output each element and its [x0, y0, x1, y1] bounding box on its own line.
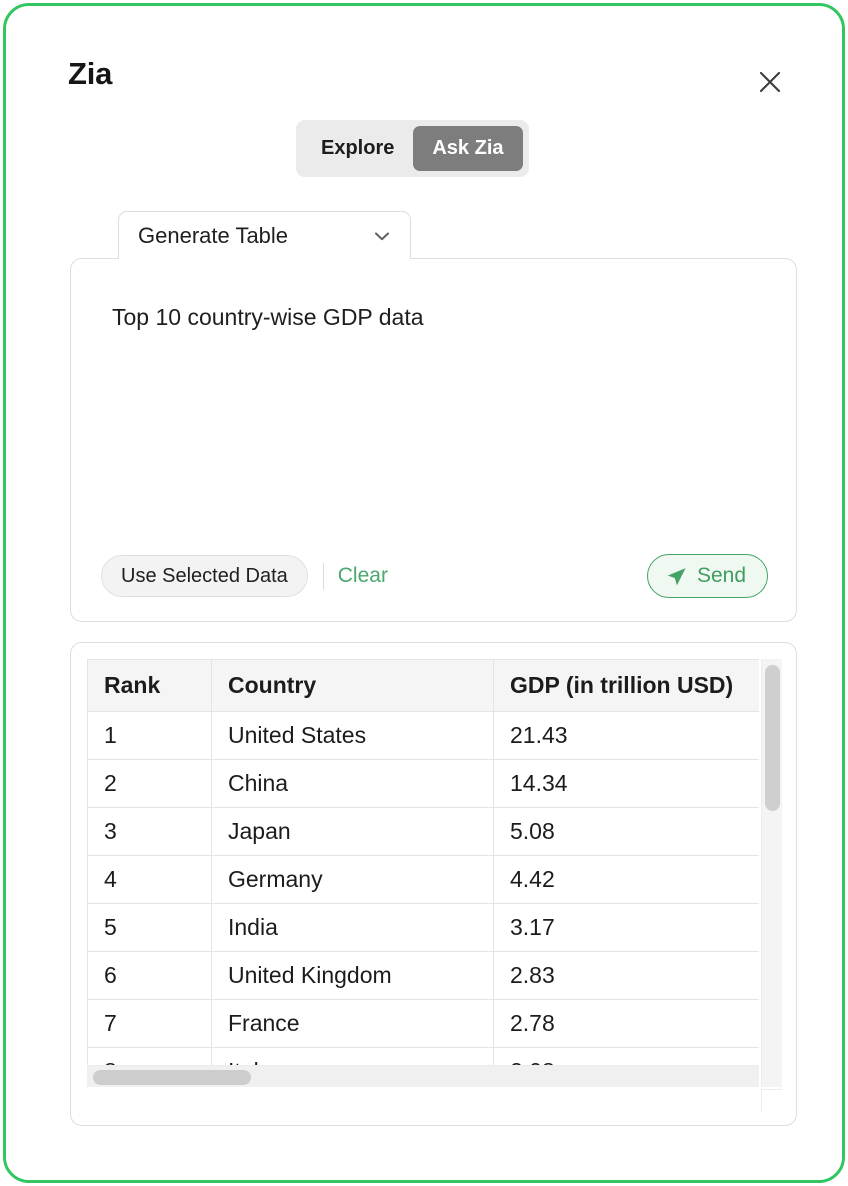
composer-action-bar: Use Selected Data Clear Send	[71, 554, 796, 598]
table-row: 3 Japan 5.08	[88, 808, 760, 856]
send-button[interactable]: Send	[647, 554, 768, 598]
clear-button[interactable]: Clear	[338, 564, 388, 588]
action-divider	[323, 563, 324, 590]
cell-gdp: 4.42	[494, 856, 760, 904]
cell-country: Japan	[212, 808, 494, 856]
cell-gdp: 21.43	[494, 712, 760, 760]
vertical-scrollbar[interactable]	[761, 659, 782, 1087]
cell-rank: 5	[88, 904, 212, 952]
horizontal-scrollbar-thumb[interactable]	[93, 1070, 251, 1085]
mode-toggle: Explore Ask Zia	[296, 120, 529, 177]
use-selected-data-button[interactable]: Use Selected Data	[101, 555, 308, 597]
table-row: 7 France 2.78	[88, 1000, 760, 1048]
column-header-country: Country	[212, 660, 494, 712]
scrollbar-corner	[761, 1089, 782, 1111]
table-scroll-area: Rank Country GDP (in trillion USD) 1 Uni…	[87, 659, 759, 1087]
generate-type-label: Generate Table	[138, 223, 370, 249]
cell-rank: 3	[88, 808, 212, 856]
gdp-table: Rank Country GDP (in trillion USD) 1 Uni…	[87, 659, 759, 1087]
dialog-header: Zia	[6, 6, 842, 110]
cell-gdp: 2.78	[494, 1000, 760, 1048]
column-header-rank: Rank	[88, 660, 212, 712]
generate-type-dropdown[interactable]: Generate Table	[118, 211, 411, 259]
zia-window-body: Zia Explore Ask Zia Top 10 country-wise …	[6, 6, 842, 1180]
table-header-row: Rank Country GDP (in trillion USD)	[88, 660, 760, 712]
zia-window: Zia Explore Ask Zia Top 10 country-wise …	[3, 3, 845, 1183]
cell-country: France	[212, 1000, 494, 1048]
close-button[interactable]	[754, 66, 786, 98]
tab-notch	[119, 257, 410, 260]
cell-country: United States	[212, 712, 494, 760]
send-plane-icon	[665, 565, 688, 588]
close-icon	[757, 69, 783, 95]
cell-rank: 6	[88, 952, 212, 1000]
cell-country: Germany	[212, 856, 494, 904]
table-body: 1 United States 21.43 2 China 14.34 3	[88, 712, 760, 1088]
result-card: Rank Country GDP (in trillion USD) 1 Uni…	[70, 642, 797, 1126]
horizontal-scrollbar[interactable]	[87, 1065, 759, 1087]
cell-rank: 1	[88, 712, 212, 760]
table-row: 1 United States 21.43	[88, 712, 760, 760]
table-viewport: Rank Country GDP (in trillion USD) 1 Uni…	[87, 659, 782, 1111]
table-row: 6 United Kingdom 2.83	[88, 952, 760, 1000]
column-header-gdp: GDP (in trillion USD)	[494, 660, 760, 712]
vertical-scrollbar-thumb[interactable]	[765, 665, 780, 811]
send-button-label: Send	[697, 564, 746, 588]
tab-explore[interactable]: Explore	[302, 126, 413, 171]
page-title: Zia	[68, 58, 112, 89]
prompt-input[interactable]: Top 10 country-wise GDP data	[112, 302, 756, 333]
cell-rank: 7	[88, 1000, 212, 1048]
cell-country: United Kingdom	[212, 952, 494, 1000]
cell-gdp: 2.83	[494, 952, 760, 1000]
cell-gdp: 5.08	[494, 808, 760, 856]
chevron-down-icon	[370, 224, 394, 248]
table-row: 5 India 3.17	[88, 904, 760, 952]
cell-gdp: 14.34	[494, 760, 760, 808]
cell-country: China	[212, 760, 494, 808]
composer-card: Top 10 country-wise GDP data Use Selecte…	[70, 258, 797, 622]
cell-rank: 4	[88, 856, 212, 904]
cell-country: India	[212, 904, 494, 952]
table-row: 2 China 14.34	[88, 760, 760, 808]
cell-rank: 2	[88, 760, 212, 808]
tab-ask-zia[interactable]: Ask Zia	[413, 126, 522, 171]
table-row: 4 Germany 4.42	[88, 856, 760, 904]
cell-gdp: 3.17	[494, 904, 760, 952]
